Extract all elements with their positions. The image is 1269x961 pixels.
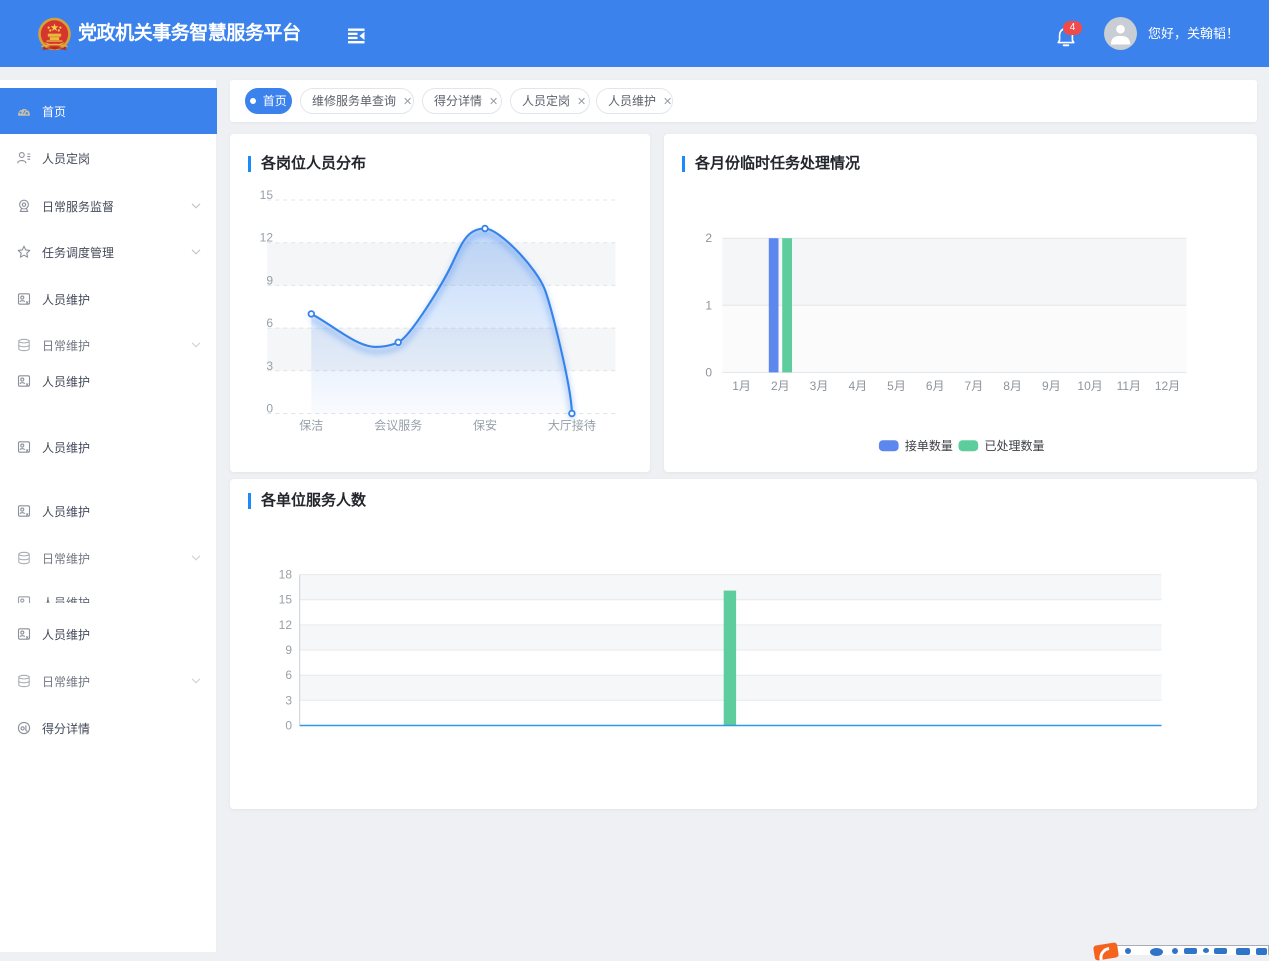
- svg-text:已处理数量: 已处理数量: [985, 438, 1045, 453]
- svg-text:大厅接待: 大厅接待: [548, 418, 596, 433]
- svg-text:12月: 12月: [1155, 379, 1180, 393]
- svg-text:3: 3: [266, 359, 273, 373]
- svg-text:2: 2: [705, 231, 712, 245]
- svg-text:5月: 5月: [887, 379, 906, 393]
- svg-text:12: 12: [260, 231, 274, 245]
- svg-text:10月: 10月: [1077, 379, 1102, 393]
- svg-text:保洁: 保洁: [299, 419, 323, 433]
- svg-text:3月: 3月: [810, 379, 829, 393]
- svg-text:0: 0: [285, 719, 292, 733]
- svg-text:15: 15: [260, 188, 274, 202]
- svg-text:11月: 11月: [1117, 379, 1141, 393]
- svg-text:3: 3: [285, 693, 292, 707]
- svg-text:6月: 6月: [926, 379, 945, 393]
- svg-text:接单数量: 接单数量: [905, 438, 953, 453]
- svg-text:6: 6: [266, 316, 273, 330]
- svg-text:8月: 8月: [1003, 379, 1022, 393]
- svg-text:0: 0: [266, 402, 273, 416]
- svg-text:4月: 4月: [848, 379, 867, 393]
- svg-text:9月: 9月: [1042, 379, 1061, 393]
- svg-text:9: 9: [285, 643, 292, 657]
- svg-text:12: 12: [279, 618, 293, 632]
- svg-text:1: 1: [705, 298, 712, 312]
- svg-text:7月: 7月: [965, 379, 984, 393]
- svg-text:0: 0: [705, 365, 712, 379]
- svg-text:6: 6: [285, 668, 292, 682]
- svg-text:2月: 2月: [771, 379, 790, 393]
- svg-text:9: 9: [266, 273, 273, 287]
- svg-text:1月: 1月: [732, 379, 751, 393]
- svg-text:会议服务: 会议服务: [374, 418, 422, 433]
- svg-text:保安: 保安: [473, 418, 497, 433]
- svg-text:15: 15: [279, 593, 293, 607]
- svg-text:18: 18: [279, 568, 293, 582]
